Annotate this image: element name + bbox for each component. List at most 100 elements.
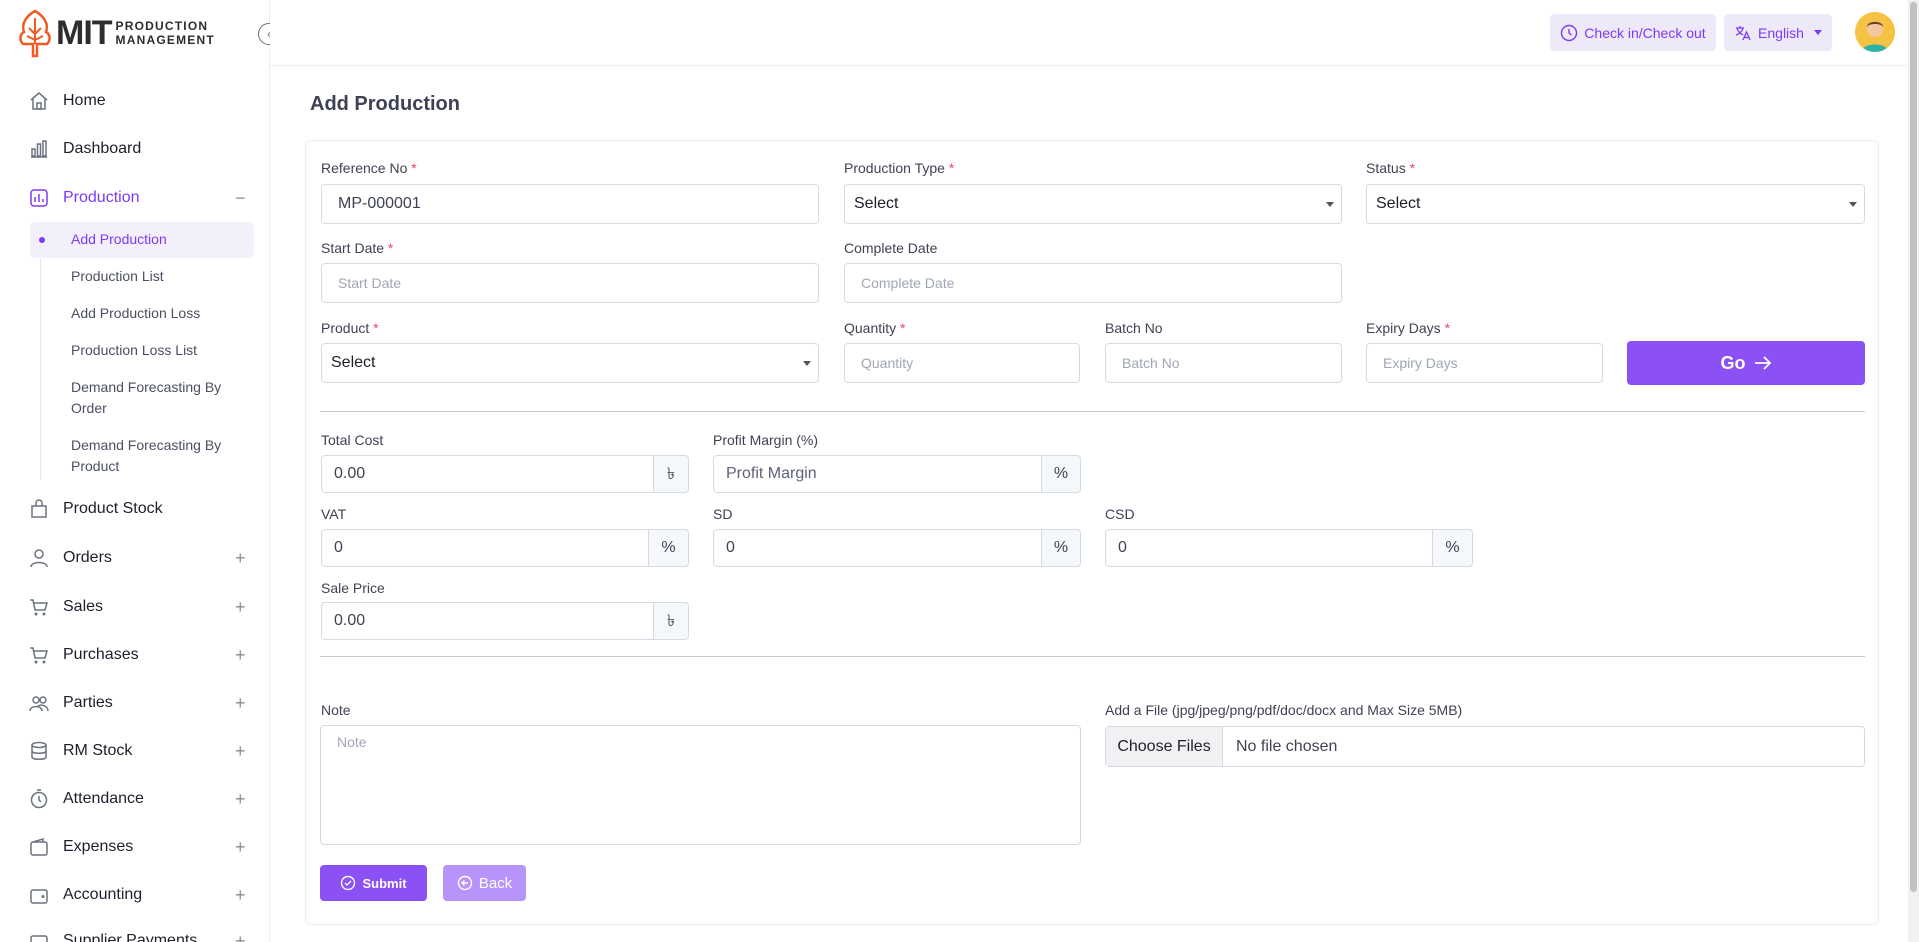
check-in-out-label: Check in/Check out xyxy=(1584,24,1706,41)
caret-down-icon xyxy=(803,361,811,366)
sidebar-item-label: Production xyxy=(63,189,140,206)
csd-input[interactable]: 0 xyxy=(1105,529,1433,567)
submenu-item-demand-forecasting-order[interactable]: Demand Forecasting By Order xyxy=(71,377,236,419)
submit-button[interactable]: Submit xyxy=(320,865,427,901)
brand-name: MIT xyxy=(56,13,113,52)
submenu-item-add-production[interactable]: Add Production xyxy=(71,229,236,250)
sidebar-item-rm-stock[interactable]: RM Stock + xyxy=(0,731,269,771)
expand-plus-icon[interactable]: + xyxy=(235,931,246,942)
back-button[interactable]: Back xyxy=(443,865,526,901)
file-upload-input[interactable]: Choose Files No file chosen xyxy=(1105,726,1865,767)
page-scrollbar-thumb[interactable] xyxy=(1910,2,1917,892)
csd-label: CSD xyxy=(1105,506,1135,522)
submenu-item-production-loss-list[interactable]: Production Loss List xyxy=(71,340,236,361)
sidebar-item-label: Supplier Payments xyxy=(63,932,198,942)
sidebar-item-dashboard[interactable]: Dashboard xyxy=(0,129,269,169)
production-type-label: Production Type * xyxy=(844,160,955,176)
submenu-item-demand-forecasting-product[interactable]: Demand Forecasting By Product xyxy=(71,435,236,477)
translate-icon xyxy=(1735,25,1751,40)
expand-plus-icon[interactable]: + xyxy=(235,597,246,618)
taka-currency-addon: ৳ xyxy=(653,455,689,493)
expand-plus-icon[interactable]: + xyxy=(235,693,246,714)
sidebar-item-label: Purchases xyxy=(63,646,139,663)
vat-input[interactable]: 0 xyxy=(321,529,649,567)
stock-icon xyxy=(31,499,47,518)
start-date-input[interactable]: Start Date xyxy=(321,263,819,303)
expand-plus-icon[interactable]: + xyxy=(235,645,246,666)
expand-plus-icon[interactable]: + xyxy=(235,741,246,762)
sd-input[interactable]: 0 xyxy=(713,529,1042,567)
section-divider xyxy=(320,656,1865,657)
caret-down-icon xyxy=(1326,202,1334,207)
payment-icon xyxy=(30,935,48,942)
language-label: English xyxy=(1758,24,1804,41)
quantity-label: Quantity * xyxy=(844,320,906,336)
complete-date-label: Complete Date xyxy=(844,240,938,256)
expand-plus-icon[interactable]: + xyxy=(235,548,246,569)
page-title: Add Production xyxy=(310,93,460,115)
sidebar-item-supplier-payments[interactable]: Supplier Payments + xyxy=(0,921,269,942)
status-select[interactable]: Select xyxy=(1366,184,1865,224)
go-button[interactable]: Go xyxy=(1627,341,1865,385)
taka-currency-addon: ৳ xyxy=(653,602,689,640)
sidebar-item-label: Home xyxy=(63,92,106,109)
sidebar-item-production[interactable]: Production − xyxy=(0,178,269,218)
quantity-input[interactable]: Quantity xyxy=(844,343,1080,383)
sidebar-item-label: Accounting xyxy=(63,886,143,903)
total-cost-input[interactable]: 0.00 xyxy=(321,455,654,493)
product-label: Product * xyxy=(321,320,379,336)
expiry-days-input[interactable]: Expiry Days xyxy=(1366,343,1603,383)
sidebar-item-accounting[interactable]: Accounting + xyxy=(0,875,269,915)
home-icon xyxy=(30,92,48,110)
language-dropdown[interactable]: English xyxy=(1724,14,1832,51)
reference-no-input[interactable]: MP-000001 xyxy=(321,184,819,224)
production-type-select[interactable]: Select xyxy=(844,184,1342,224)
active-dot-icon xyxy=(39,237,45,243)
submenu-item-production-list[interactable]: Production List xyxy=(71,266,236,287)
arrow-right-icon xyxy=(1754,356,1771,370)
sidebar-item-label: Parties xyxy=(63,694,113,711)
avatar-icon xyxy=(1855,12,1895,52)
sidebar-item-purchases[interactable]: Purchases + xyxy=(0,635,269,675)
sidebar-item-orders[interactable]: Orders + xyxy=(0,538,269,578)
submenu-line xyxy=(40,222,41,480)
collapse-minus-icon[interactable]: − xyxy=(235,188,246,209)
expand-plus-icon[interactable]: + xyxy=(235,885,246,906)
choose-files-button[interactable]: Choose Files xyxy=(1106,727,1223,766)
status-label: Status * xyxy=(1366,160,1416,176)
batch-no-label: Batch No xyxy=(1105,320,1163,336)
sidebar-item-expenses[interactable]: Expenses + xyxy=(0,827,269,867)
sale-price-input[interactable]: 0.00 xyxy=(321,602,654,640)
clock-icon xyxy=(30,789,48,809)
sidebar-item-label: RM Stock xyxy=(63,742,133,759)
profit-margin-input[interactable]: Profit Margin xyxy=(713,455,1042,493)
user-avatar[interactable] xyxy=(1855,12,1895,52)
note-label: Note xyxy=(321,702,351,718)
cart-icon xyxy=(30,599,48,616)
batch-no-input[interactable]: Batch No xyxy=(1105,343,1342,383)
sidebar-item-attendance[interactable]: Attendance + xyxy=(0,779,269,819)
logo-tree-icon xyxy=(19,9,51,58)
sidebar-item-product-stock[interactable]: Product Stock xyxy=(0,489,269,529)
product-select[interactable]: Select xyxy=(321,343,819,383)
sidebar-item-label: Expenses xyxy=(63,838,134,855)
sidebar-item-sales[interactable]: Sales + xyxy=(0,587,269,627)
sidebar-item-parties[interactable]: Parties + xyxy=(0,683,269,723)
expand-plus-icon[interactable]: + xyxy=(235,789,246,810)
cart-icon xyxy=(30,647,48,664)
note-textarea[interactable]: Note xyxy=(320,725,1081,845)
user-icon xyxy=(30,549,48,568)
sidebar-item-label: Dashboard xyxy=(63,140,142,157)
production-icon xyxy=(30,189,48,207)
sidebar-item-label: Product Stock xyxy=(63,500,163,517)
check-in-out-button[interactable]: Check in/Check out xyxy=(1550,14,1716,51)
caret-down-icon xyxy=(1849,202,1857,207)
complete-date-input[interactable]: Complete Date xyxy=(844,263,1342,303)
sidebar-item-home[interactable]: Home xyxy=(0,81,269,121)
brand-logo[interactable]: MIT PRODUCTION MANAGEMENT xyxy=(16,8,215,58)
expand-plus-icon[interactable]: + xyxy=(235,837,246,858)
submenu-item-add-production-loss[interactable]: Add Production Loss xyxy=(71,303,236,324)
percent-addon: % xyxy=(648,529,689,567)
sidebar-item-label: Orders xyxy=(63,549,112,566)
start-date-label: Start Date * xyxy=(321,240,394,256)
